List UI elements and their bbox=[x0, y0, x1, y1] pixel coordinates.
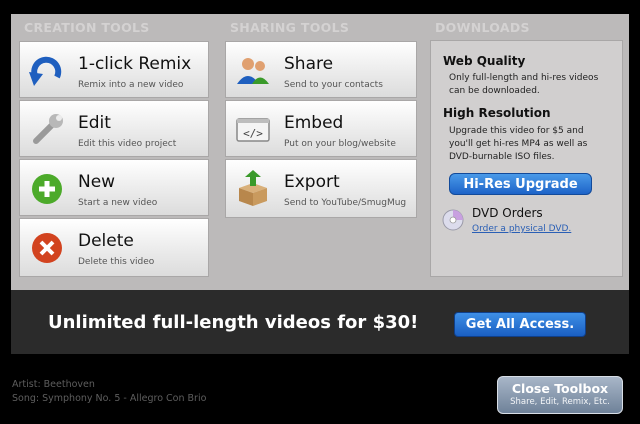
get-all-access-button[interactable]: Get All Access. bbox=[454, 312, 586, 337]
delete-x-icon bbox=[32, 233, 62, 263]
high-res-text-2: you'll get hi-res MP4 as well as bbox=[449, 139, 588, 149]
remix-arrow-icon bbox=[29, 56, 62, 86]
delete-button[interactable]: Delete Delete this video bbox=[19, 218, 209, 277]
web-quality-title: Web Quality bbox=[443, 54, 526, 68]
new-title: New bbox=[78, 172, 116, 192]
downloads-heading: DOWNLOADS bbox=[435, 20, 530, 35]
edit-title: Edit bbox=[78, 113, 111, 133]
high-res-title: High Resolution bbox=[443, 106, 551, 120]
delete-title: Delete bbox=[78, 231, 134, 251]
plus-icon bbox=[32, 174, 62, 204]
contacts-icon bbox=[237, 58, 269, 84]
svg-text:</>: </> bbox=[243, 127, 263, 140]
share-subtitle: Send to your contacts bbox=[284, 80, 383, 90]
close-toolbox-button[interactable]: Close Toolbox Share, Edit, Remix, Etc. bbox=[497, 376, 623, 414]
close-toolbox-label: Close Toolbox bbox=[511, 381, 609, 396]
wrench-icon bbox=[33, 114, 63, 144]
export-button[interactable]: Export Send to YouTube/SmugMug bbox=[225, 159, 417, 218]
new-button[interactable]: New Start a new video bbox=[19, 159, 209, 216]
edit-subtitle: Edit this video project bbox=[78, 139, 177, 149]
promo-bar: Unlimited full-length videos for $30! Ge… bbox=[11, 290, 629, 354]
sharing-tools-heading: SHARING TOOLS bbox=[230, 20, 350, 35]
remix-title: 1-click Remix bbox=[78, 54, 192, 74]
new-subtitle: Start a new video bbox=[78, 198, 158, 208]
export-subtitle: Send to YouTube/SmugMug bbox=[284, 198, 407, 208]
embed-button[interactable]: </> Embed Put on your blog/website bbox=[225, 100, 417, 157]
export-title: Export bbox=[284, 172, 340, 192]
creation-tools-heading: CREATION TOOLS bbox=[24, 20, 150, 35]
promo-text: Unlimited full-length videos for $30! bbox=[48, 312, 419, 333]
artist-label: Artist: Beethoven bbox=[12, 379, 95, 390]
delete-subtitle: Delete this video bbox=[78, 257, 155, 267]
high-res-text-1: Upgrade this video for $5 and bbox=[449, 126, 584, 136]
order-dvd-link[interactable]: Order a physical DVD. bbox=[472, 224, 571, 234]
dvd-disc-icon bbox=[442, 209, 464, 231]
embed-subtitle: Put on your blog/website bbox=[284, 139, 396, 149]
song-label: Song: Symphony No. 5 - Allegro Con Brio bbox=[12, 393, 207, 404]
close-toolbox-sublabel: Share, Edit, Remix, Etc. bbox=[510, 397, 610, 407]
remix-subtitle: Remix into a new video bbox=[78, 80, 184, 90]
export-box-icon bbox=[239, 170, 267, 206]
remix-button[interactable]: 1-click Remix Remix into a new video bbox=[19, 41, 209, 98]
downloads-box: Web Quality Only full-length and hi-res … bbox=[430, 40, 623, 277]
embed-code-icon: </> bbox=[236, 118, 270, 142]
embed-title: Embed bbox=[284, 113, 344, 133]
high-res-text-3: DVD-burnable ISO files. bbox=[449, 152, 555, 162]
hi-res-upgrade-button[interactable]: Hi-Res Upgrade bbox=[449, 173, 592, 195]
edit-button[interactable]: Edit Edit this video project bbox=[19, 100, 209, 157]
web-quality-text-1: Only full-length and hi-res videos bbox=[449, 73, 599, 83]
share-title: Share bbox=[284, 54, 334, 74]
share-button[interactable]: Share Send to your contacts bbox=[225, 41, 417, 98]
web-quality-text-2: can be downloaded. bbox=[449, 86, 540, 96]
dvd-orders-title: DVD Orders bbox=[472, 206, 543, 220]
